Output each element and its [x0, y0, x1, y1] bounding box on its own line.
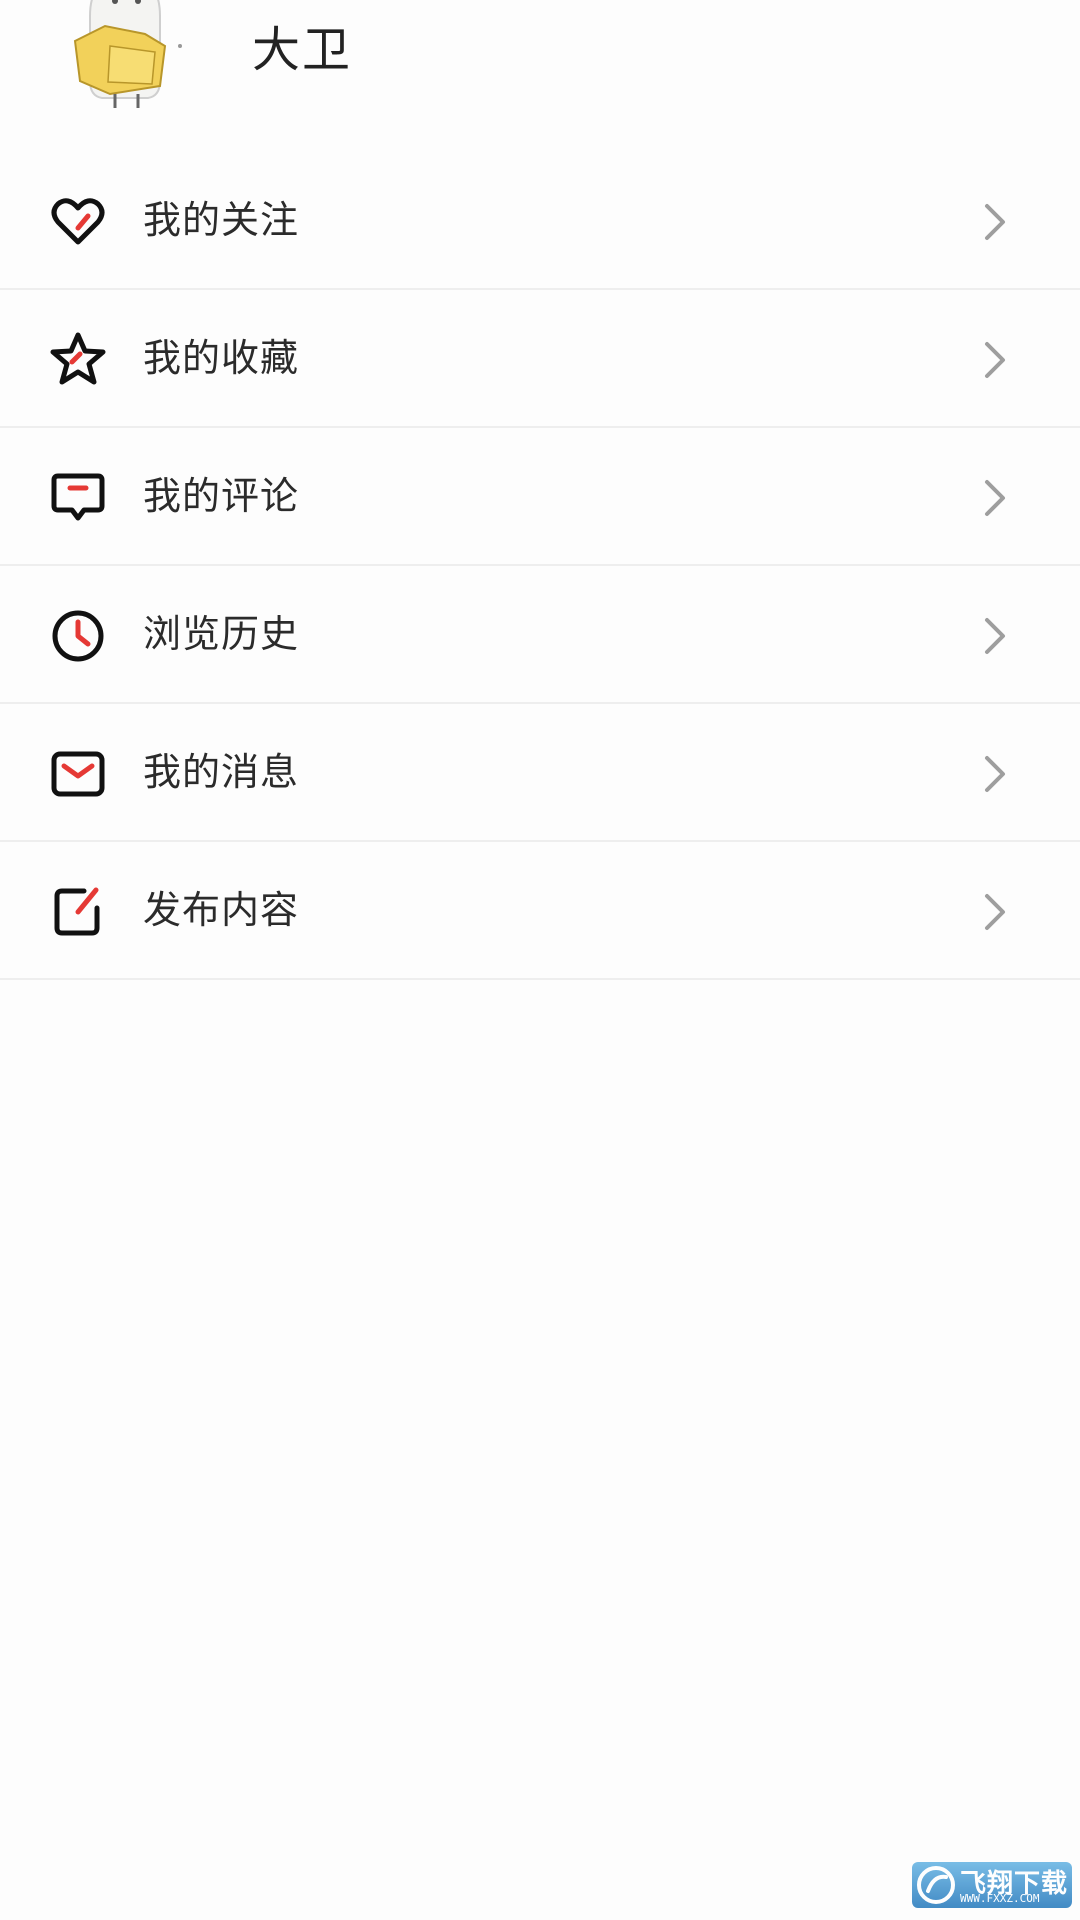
username: 大卫 — [252, 22, 353, 78]
edit-icon — [54, 887, 100, 936]
chevron-right-icon — [985, 894, 1005, 930]
avatar[interactable] — [30, 0, 210, 126]
chevron-right-icon — [985, 756, 1005, 792]
chevron-right-icon — [985, 342, 1005, 378]
comment-icon — [51, 473, 105, 521]
menu-item-publish[interactable]: 发布内容 — [0, 842, 1080, 980]
menu-item-label: 浏览历史 — [143, 612, 300, 656]
screen: 大卫 我的关注 我的收藏 我的评论 浏览历史 我的消息 发布内容 飞翔下载 WW… — [0, 0, 1080, 1920]
menu-list: 我的关注 我的收藏 我的评论 浏览历史 我的消息 发布内容 — [0, 152, 1080, 980]
mail-icon — [51, 751, 105, 797]
menu-item-label: 我的评论 — [143, 474, 300, 518]
menu-item-messages[interactable]: 我的消息 — [0, 704, 1080, 842]
menu-item-label: 我的关注 — [143, 198, 300, 242]
menu-item-label: 我的收藏 — [143, 336, 300, 380]
heart-icon — [51, 198, 105, 245]
clock-icon — [52, 610, 104, 662]
star-icon — [50, 332, 106, 385]
chevron-right-icon — [985, 204, 1005, 240]
watermark: 飞翔下载 WWW.FXXZ.COM — [912, 1862, 1072, 1908]
menu-item-comments[interactable]: 我的评论 — [0, 428, 1080, 566]
watermark-url: WWW.FXXZ.COM — [960, 1892, 1040, 1905]
menu-item-follow[interactable]: 我的关注 — [0, 152, 1080, 290]
watermark-logo-icon — [917, 1866, 955, 1904]
menu-item-history[interactable]: 浏览历史 — [0, 566, 1080, 704]
menu-item-label: 我的消息 — [143, 750, 300, 794]
menu-item-favorites[interactable]: 我的收藏 — [0, 290, 1080, 428]
menu-item-label: 发布内容 — [143, 888, 300, 932]
chevron-right-icon — [985, 618, 1005, 654]
profile-header[interactable]: 大卫 — [0, 0, 1080, 150]
chevron-right-icon — [985, 480, 1005, 516]
